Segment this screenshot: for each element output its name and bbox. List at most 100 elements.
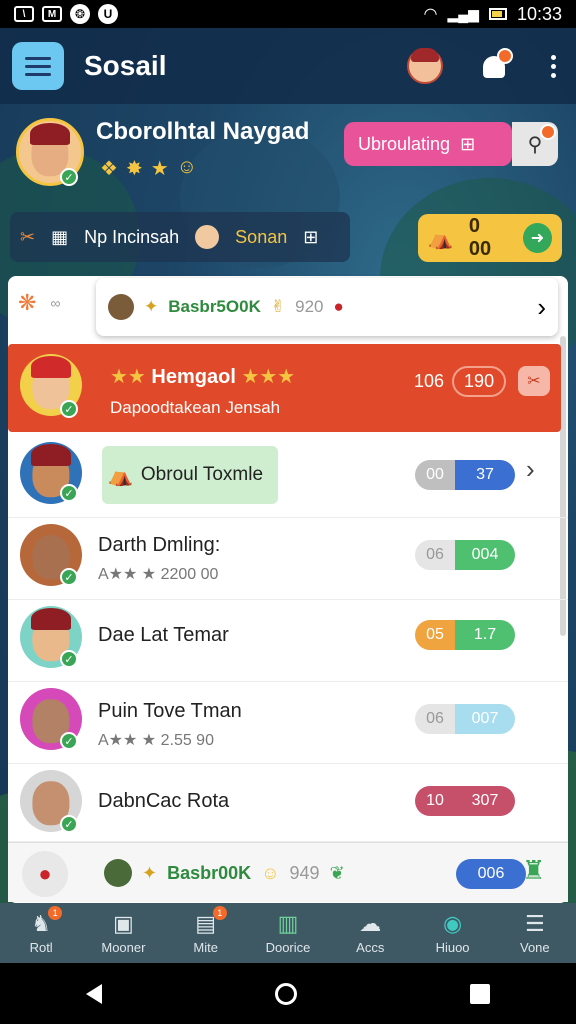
board-icon: ▣ [113, 910, 134, 936]
notification-icon: ❂ [70, 4, 90, 24]
row-name: Puin Tove Tman [98, 700, 242, 722]
thumbs-icon: ✌ [270, 297, 286, 316]
bottom-navigation: ♞ 1 Rotl ▣ Mooner ▤ 1 Mite ▥ Doorice ☁ Acc… [0, 903, 576, 963]
card-chip[interactable]: ⛺ Obroul Toxmle [102, 446, 278, 504]
info-highlight: Sonan [235, 226, 288, 247]
emoji-icon: ☺ [176, 156, 198, 178]
battery-icon [488, 8, 507, 20]
emoji-icon: ☺ [261, 862, 280, 883]
cloud-icon: ☁ [359, 910, 382, 936]
coin-count: 0 00 [468, 215, 492, 260]
stat-badge: 007 [455, 704, 515, 734]
stat-badge: 190 [452, 366, 507, 397]
star-icon: ★ [150, 158, 169, 180]
tools-icon[interactable]: ✂ [20, 227, 35, 248]
stat-badge: 37 [455, 460, 515, 490]
stat-badge: 06 [415, 704, 455, 734]
wifi-icon: ◠ [423, 6, 438, 23]
user-avatar-icon[interactable] [407, 48, 443, 84]
stat-badge: 106 [414, 371, 445, 391]
stat-badge: 10 [415, 786, 455, 816]
info-text: Np Incinsah [84, 226, 180, 247]
back-icon[interactable] [86, 983, 103, 1004]
list-item[interactable]: Dae Lat Temar 05 1.7 [8, 600, 568, 682]
badge-icon: ✸ [125, 158, 143, 180]
highlight-title: ★★ Hemgaol ★★★ [110, 366, 296, 388]
verified-check-icon: ✓ [60, 732, 78, 750]
verified-check-icon: ✓ [60, 815, 78, 833]
notification-bell-icon[interactable] [479, 48, 513, 82]
list-item[interactable]: 00 37 › [8, 432, 568, 518]
friend-popover[interactable]: ✦ Basbr5O0K ✌ 920 ● › [96, 278, 558, 336]
nav-item-mite[interactable]: ▤ 1 Mite [165, 903, 247, 963]
notification-icon: M [42, 6, 62, 22]
cookie-icon: ◉ [442, 910, 463, 936]
badge-icon: ❖ [100, 158, 118, 180]
banana-icon: ✦ [144, 297, 159, 316]
apple-icon[interactable]: ● [22, 851, 68, 897]
speech-bubble-icon[interactable]: ❋ [18, 290, 36, 316]
nav-item-doorice[interactable]: ▥ Doorice [247, 903, 329, 963]
leaf-icon: ❦ [329, 862, 345, 883]
stat-badge: 1.7 [455, 620, 515, 650]
app-title: Sosail [84, 50, 167, 81]
notification-icon: U [98, 4, 118, 24]
chat-icon: ▤ 1 [193, 905, 227, 936]
highlight-stats: 106 190 [414, 366, 507, 397]
promo-label: Basbr00K [167, 862, 252, 883]
arrow-right-icon: ➜ [522, 223, 552, 253]
row-name: DabnCac Rota [98, 790, 230, 812]
nav-item-hiuoo[interactable]: ◉ Hiuoo [411, 903, 493, 963]
stat-badge: 00 [415, 460, 455, 490]
promo-row[interactable]: ● ✦ Basbr00K ☺ 949 ❦ 006 ♜ [8, 842, 568, 902]
promo-count: 949 [289, 862, 320, 883]
list-item[interactable]: Puin Tove Tman A★★ ★ 2.55 90 06 007 [8, 682, 568, 764]
status-bar: \ M ❂ U ◠ ▂▄▆ 10:33 [0, 0, 576, 28]
stat-badge: 004 [455, 540, 515, 570]
verified-check-icon: ✓ [60, 168, 78, 186]
apple-icon: ● [333, 297, 344, 316]
verified-check-icon: ✓ [60, 484, 78, 502]
list-item[interactable]: DabnCac Rota 10 307 [8, 764, 568, 842]
nav-item-vone[interactable]: ☰ Vone [494, 903, 576, 963]
banana-icon: ✦ [142, 862, 158, 883]
link-icon[interactable]: ∞ [50, 295, 60, 311]
hamburger-menu-button[interactable] [12, 42, 64, 90]
row-subtext: A★★ ★ 2.55 90 [98, 732, 214, 749]
notification-icon: \ [14, 6, 34, 22]
avatar [108, 294, 134, 320]
info-strip: ✂ ▦ Np Incinsah Sonan ⊞ [10, 212, 350, 262]
nav-item-rotl[interactable]: ♞ 1 Rotl [0, 903, 82, 963]
verified-check-icon: ✓ [60, 400, 78, 418]
promo-value-badge[interactable]: 006 [456, 859, 526, 889]
treasure-icon: ⛺ [108, 464, 133, 487]
recents-icon[interactable] [469, 983, 490, 1004]
list-icon: ☰ [524, 910, 545, 936]
stat-badge: 05 [415, 620, 455, 650]
tools-icon[interactable]: ✂ [518, 366, 550, 396]
row-name: Darth Dmling: [98, 534, 221, 556]
more-options-icon[interactable] [543, 51, 564, 82]
profile-action-button[interactable]: Ubroulating ⊞ [344, 122, 512, 166]
dog-icon: ♞ 1 [28, 905, 63, 936]
chart-icon: ▥ [277, 910, 299, 936]
list-item[interactable]: Darth Dmling: A★★ ★ 2200 00 06 004 [8, 518, 568, 600]
chevron-right-icon[interactable]: › [526, 454, 535, 485]
calendar-icon[interactable]: ▦ [51, 227, 68, 248]
mini-avatar [195, 225, 220, 249]
profile-action-label: Ubroulating [358, 133, 451, 154]
highlight-subtext: Dapoodtakean Jensah [110, 398, 281, 417]
nav-item-accs[interactable]: ☁ Accs [329, 903, 411, 963]
popover-label: Basbr5O0K [168, 297, 261, 316]
profile-badges: ❖ ✸ ★ ☺ [100, 156, 197, 181]
search-icon[interactable]: ⚲ [512, 122, 558, 166]
nav-item-mooner[interactable]: ▣ Mooner [82, 903, 164, 963]
clock: 10:33 [516, 3, 562, 24]
home-icon[interactable] [274, 982, 297, 1005]
chevron-right-icon[interactable]: › [537, 292, 546, 323]
verified-check-icon: ✓ [60, 568, 78, 586]
coin-button[interactable]: ⛺ 0 00 ➜ [418, 214, 562, 262]
gift-icon[interactable]: ⊞ [303, 227, 318, 248]
stat-badge: 06 [415, 540, 455, 570]
system-navigation-bar [0, 963, 576, 1024]
